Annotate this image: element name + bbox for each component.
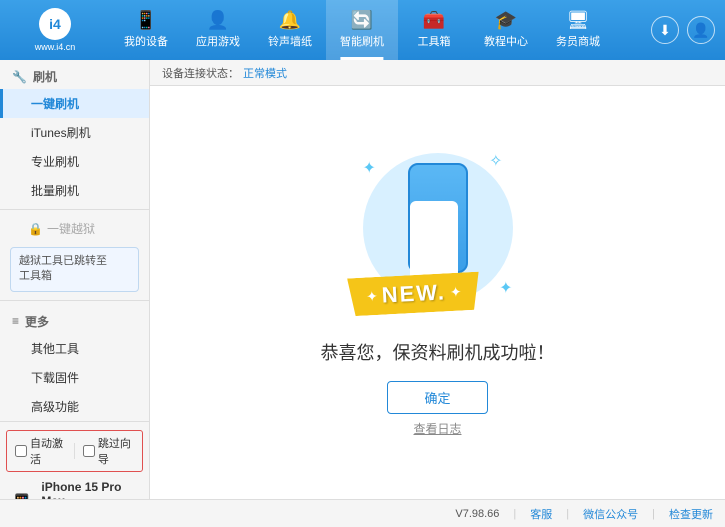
device-check-row: 自动激活 跳过向导 [6, 430, 143, 472]
logo-text: i4 [49, 16, 61, 32]
nav-service-label: 务员商城 [556, 33, 600, 49]
success-message: 恭喜您，保资料刷机成功啦！ [321, 339, 555, 365]
auto-activate-checkbox[interactable] [15, 445, 27, 457]
confirm-button[interactable]: 确定 [387, 381, 487, 414]
device-info: 📱 iPhone 15 Pro Max 512GB iPhone [0, 476, 149, 499]
nav-smart-flash-label: 智能刷机 [340, 33, 384, 49]
nav-ringtone-label: 铃声墙纸 [268, 33, 312, 49]
sparkle-icon-3: ✦ [499, 278, 512, 298]
logo-subtext: www.i4.cn [35, 42, 76, 52]
wechat-link[interactable]: 微信公众号 [583, 506, 638, 522]
tutorial-icon: 🎓 [495, 11, 517, 29]
nav-smart-flash[interactable]: 🔄 智能刷机 [326, 0, 398, 60]
my-device-icon: 📱 [135, 11, 157, 29]
skip-guide-checkbox[interactable] [83, 445, 95, 457]
phone-shape [408, 163, 468, 273]
service-icon: 🖥 [567, 11, 590, 29]
sidebar-item-jailbreak-disabled: 🔒 一键越狱 [0, 214, 149, 243]
sidebar-notice-jailbreak: 越狱工具已跳转至工具箱 [10, 247, 139, 292]
toolbox-icon: 🧰 [423, 11, 445, 29]
check-update-link[interactable]: 检查更新 [669, 506, 713, 522]
status-bar: V7.98.66 | 客服 | 微信公众号 | 检查更新 [0, 499, 725, 527]
nav-app-game-label: 应用游戏 [196, 33, 240, 49]
nav-my-device[interactable]: 📱 我的设备 [110, 0, 182, 60]
smart-flash-icon: 🔄 [351, 11, 373, 29]
star-right-icon: ✦ [449, 283, 462, 301]
nav-ringtone[interactable]: 🔔 铃声墙纸 [254, 0, 326, 60]
nav-tutorial-label: 教程中心 [484, 33, 528, 49]
sidebar-device-panel: 自动激活 跳过向导 📱 iPhone 15 Pro Max 512GB iPho… [0, 421, 149, 499]
nav-toolbox-label: 工具箱 [418, 33, 451, 49]
lock-icon: 🔒 [28, 222, 43, 236]
sidebar-item-advanced[interactable]: 高级功能 [0, 392, 149, 421]
sidebar-item-download-fw[interactable]: 下载固件 [0, 363, 149, 392]
nav-app-game[interactable]: 👤 应用游戏 [182, 0, 254, 60]
auto-activate-check[interactable]: 自动激活 [15, 435, 66, 467]
sidebar-item-one-key-flash[interactable]: 一键刷机 [0, 89, 149, 118]
sidebar-divider-1 [0, 209, 149, 210]
device-phone-icon: 📱 [8, 493, 35, 499]
auto-activate-label: 自动激活 [30, 435, 66, 467]
device-name: iPhone 15 Pro Max [41, 480, 141, 499]
content-area: 设备连接状态： 正常模式 ✦ NEW. ✦ ✦ ✧ ✦ 恭喜您，保资料刷 [150, 60, 725, 499]
device-text: iPhone 15 Pro Max 512GB iPhone [41, 480, 141, 499]
customer-service-link[interactable]: 客服 [530, 506, 552, 522]
sidebar-item-itunes-flash[interactable]: iTunes刷机 [0, 118, 149, 147]
new-label: NEW. [381, 279, 447, 308]
main-layout: 🔧 刷机 一键刷机 iTunes刷机 专业刷机 批量刷机 🔒 一键越狱 越狱工具… [0, 60, 725, 499]
app-game-icon: 👤 [207, 11, 229, 29]
ringtone-icon: 🔔 [279, 11, 301, 29]
star-left-icon: ✦ [365, 287, 378, 305]
top-navigation: i4 www.i4.cn 📱 我的设备 👤 应用游戏 🔔 铃声墙纸 🔄 智能刷机… [0, 0, 725, 60]
phone-screen [410, 201, 458, 281]
status-right: V7.98.66 | 客服 | 微信公众号 | 检查更新 [455, 506, 713, 522]
nav-right-actions: ⬇ 👤 [651, 16, 725, 44]
sparkle-icon-2: ✧ [489, 151, 502, 171]
sparkle-icon-1: ✦ [363, 158, 376, 178]
check-divider [74, 443, 75, 459]
flash-section-icon: 🔧 [12, 70, 27, 84]
flash-section-label: 刷机 [33, 68, 57, 85]
skip-guide-label: 跳过向导 [98, 435, 134, 467]
nav-toolbox[interactable]: 🧰 工具箱 [398, 0, 470, 60]
logo-circle: i4 [39, 8, 71, 40]
version-label: V7.98.66 [455, 508, 499, 520]
sidebar-item-pro-flash[interactable]: 专业刷机 [0, 147, 149, 176]
sidebar-section-flash: 🔧 刷机 [0, 60, 149, 89]
nav-tutorial[interactable]: 🎓 教程中心 [470, 0, 542, 60]
log-link[interactable]: 查看日志 [413, 420, 461, 437]
sidebar-item-batch-flash[interactable]: 批量刷机 [0, 176, 149, 205]
sidebar-item-other-tools[interactable]: 其他工具 [0, 334, 149, 363]
sidebar-section-more: ≡ 更多 [0, 305, 149, 334]
sidebar: 🔧 刷机 一键刷机 iTunes刷机 专业刷机 批量刷机 🔒 一键越狱 越狱工具… [0, 60, 150, 499]
download-icon[interactable]: ⬇ [651, 16, 679, 44]
nav-my-device-label: 我的设备 [124, 33, 168, 49]
user-icon[interactable]: 👤 [687, 16, 715, 44]
phone-illustration: ✦ NEW. ✦ ✦ ✧ ✦ [358, 143, 518, 323]
sidebar-divider-2 [0, 300, 149, 301]
new-ribbon: ✦ NEW. ✦ [347, 271, 481, 316]
success-area: ✦ NEW. ✦ ✦ ✧ ✦ 恭喜您，保资料刷机成功啦！ 确定 查看日志 [321, 143, 555, 437]
skip-guide-check[interactable]: 跳过向导 [83, 435, 134, 467]
nav-service[interactable]: 🖥 务员商城 [542, 0, 614, 60]
breadcrumb-bar: 设备连接状态： 正常模式 [150, 60, 725, 86]
breadcrumb-status-label: 设备连接状态： [162, 65, 239, 81]
logo-area: i4 www.i4.cn [0, 4, 110, 56]
nav-items: 📱 我的设备 👤 应用游戏 🔔 铃声墙纸 🔄 智能刷机 🧰 工具箱 🎓 教程中心… [110, 0, 651, 60]
more-section-label: 更多 [25, 313, 49, 330]
more-section-icon: ≡ [12, 314, 19, 328]
breadcrumb-status-value: 正常模式 [243, 65, 287, 81]
